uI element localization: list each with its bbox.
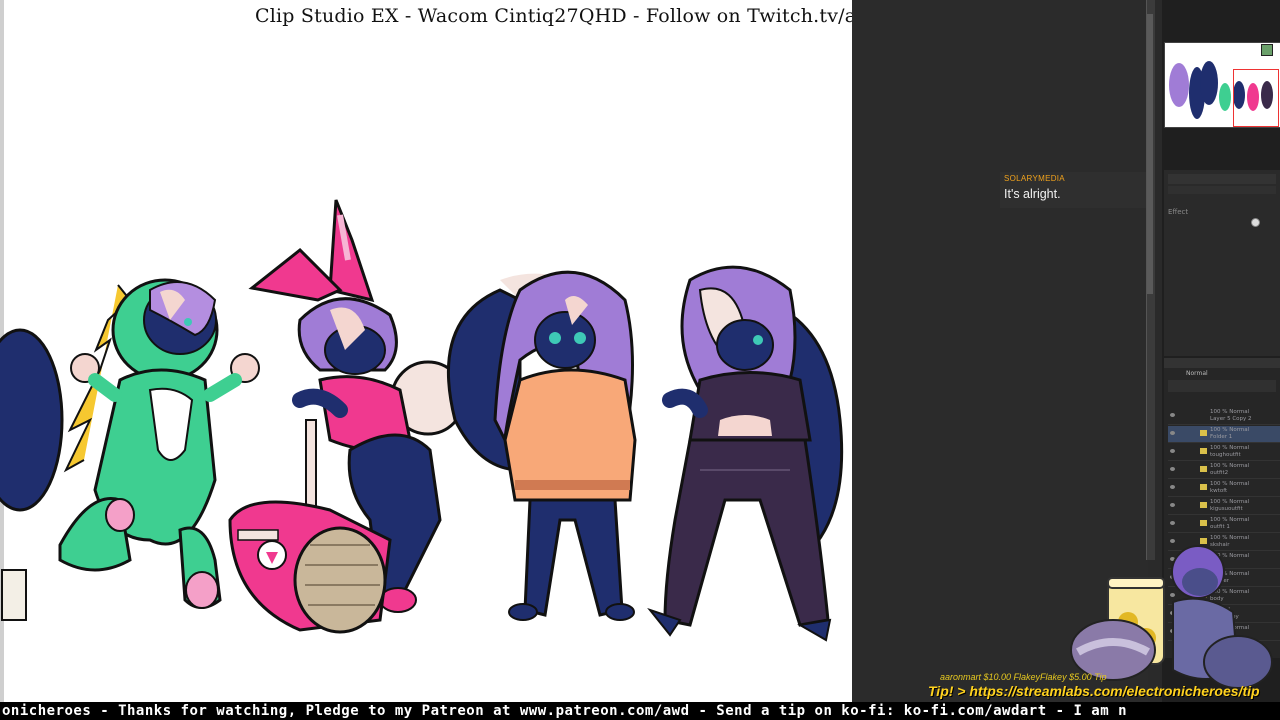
hammer-head (228, 500, 392, 634)
eye-icon[interactable] (1170, 521, 1175, 525)
tool-property-row[interactable] (1168, 186, 1276, 194)
character-lineup-artwork (0, 199, 844, 642)
layer-name: 100 % Normal toughoutfit (1210, 445, 1250, 458)
chat-username: SOLARYMEDIA (1004, 174, 1065, 183)
eye-icon[interactable] (1170, 413, 1175, 417)
folder-icon (1200, 520, 1207, 526)
layer-row[interactable]: 100 % Normal toughoutfit (1168, 444, 1280, 461)
layer-row[interactable]: 100 % Normal outfit2 (1168, 462, 1280, 479)
layer-name: 100 % Normal Folder 1 (1210, 427, 1250, 440)
layer-name: 100 % Normal kigusuoutfit (1210, 499, 1250, 512)
character-dino (58, 278, 260, 609)
layer-row[interactable]: 100 % Normal Layer 5 Copy 2 (1168, 408, 1280, 425)
layer-panel-tabs[interactable] (1164, 358, 1280, 368)
effect-label: Effect (1168, 208, 1189, 216)
character-sweater (447, 270, 637, 621)
partial-character-left (0, 328, 64, 621)
eye-icon[interactable] (1170, 485, 1175, 489)
effect-radio-button[interactable] (1251, 218, 1260, 227)
layer-name: 100 % Normal kwtoft (1210, 481, 1250, 494)
layer-name: 100 % Normal outfit 1 (1210, 517, 1250, 530)
eye-icon[interactable] (1170, 467, 1175, 471)
navigator-view-frame[interactable] (1233, 69, 1279, 127)
layer-row[interactable]: 100 % Normal kwtoft (1168, 480, 1280, 497)
layer-name: 100 % Normal Layer 5 Copy 2 (1210, 409, 1252, 422)
drawing-canvas[interactable]: Clip Studio EX - Wacom Cintiq27QHD - Fol… (0, 0, 852, 702)
folder-icon (1200, 502, 1207, 508)
chat-message-text: It's alright. (1004, 187, 1061, 201)
layer-row[interactable]: 100 % Normal kigusuoutfit (1168, 498, 1280, 515)
eye-icon[interactable] (1170, 431, 1175, 435)
layer-name: 100 % Normal outfit2 (1210, 463, 1250, 476)
folder-icon (1200, 448, 1207, 454)
folder-icon (1200, 430, 1207, 436)
eye-icon[interactable] (1170, 449, 1175, 453)
layer-row[interactable]: 100 % Normal Folder 1 (1168, 426, 1280, 443)
tip-link[interactable]: Tip! > https://streamlabs.com/electronic… (928, 683, 1260, 699)
layer-toolbar[interactable] (1168, 380, 1276, 392)
stream-title-overlay: Clip Studio EX - Wacom Cintiq27QHD - Fol… (255, 5, 852, 27)
ticker-text: onicheroes - Thanks for watching, Pledge… (2, 703, 1128, 719)
folder-icon (1200, 466, 1207, 472)
layer-blend-mode-select[interactable]: Normal (1186, 370, 1208, 377)
tool-property-panel (1164, 170, 1280, 356)
bottom-ticker: onicheroes - Thanks for watching, Pledge… (0, 702, 1280, 720)
layer-row[interactable]: 100 % Normal outfit 1 (1168, 516, 1280, 533)
recent-tips: aaronmart $10.00 FlakeyFlakey $5.00 Tip (940, 672, 1107, 682)
eye-icon[interactable] (1170, 503, 1175, 507)
folder-icon (1200, 484, 1207, 490)
tool-property-row[interactable] (1168, 174, 1276, 184)
character-bunny (228, 199, 466, 634)
character-dark-outfit (647, 265, 844, 642)
scrollbar-thumb[interactable] (1147, 14, 1153, 294)
navigator-icon[interactable] (1261, 44, 1273, 56)
